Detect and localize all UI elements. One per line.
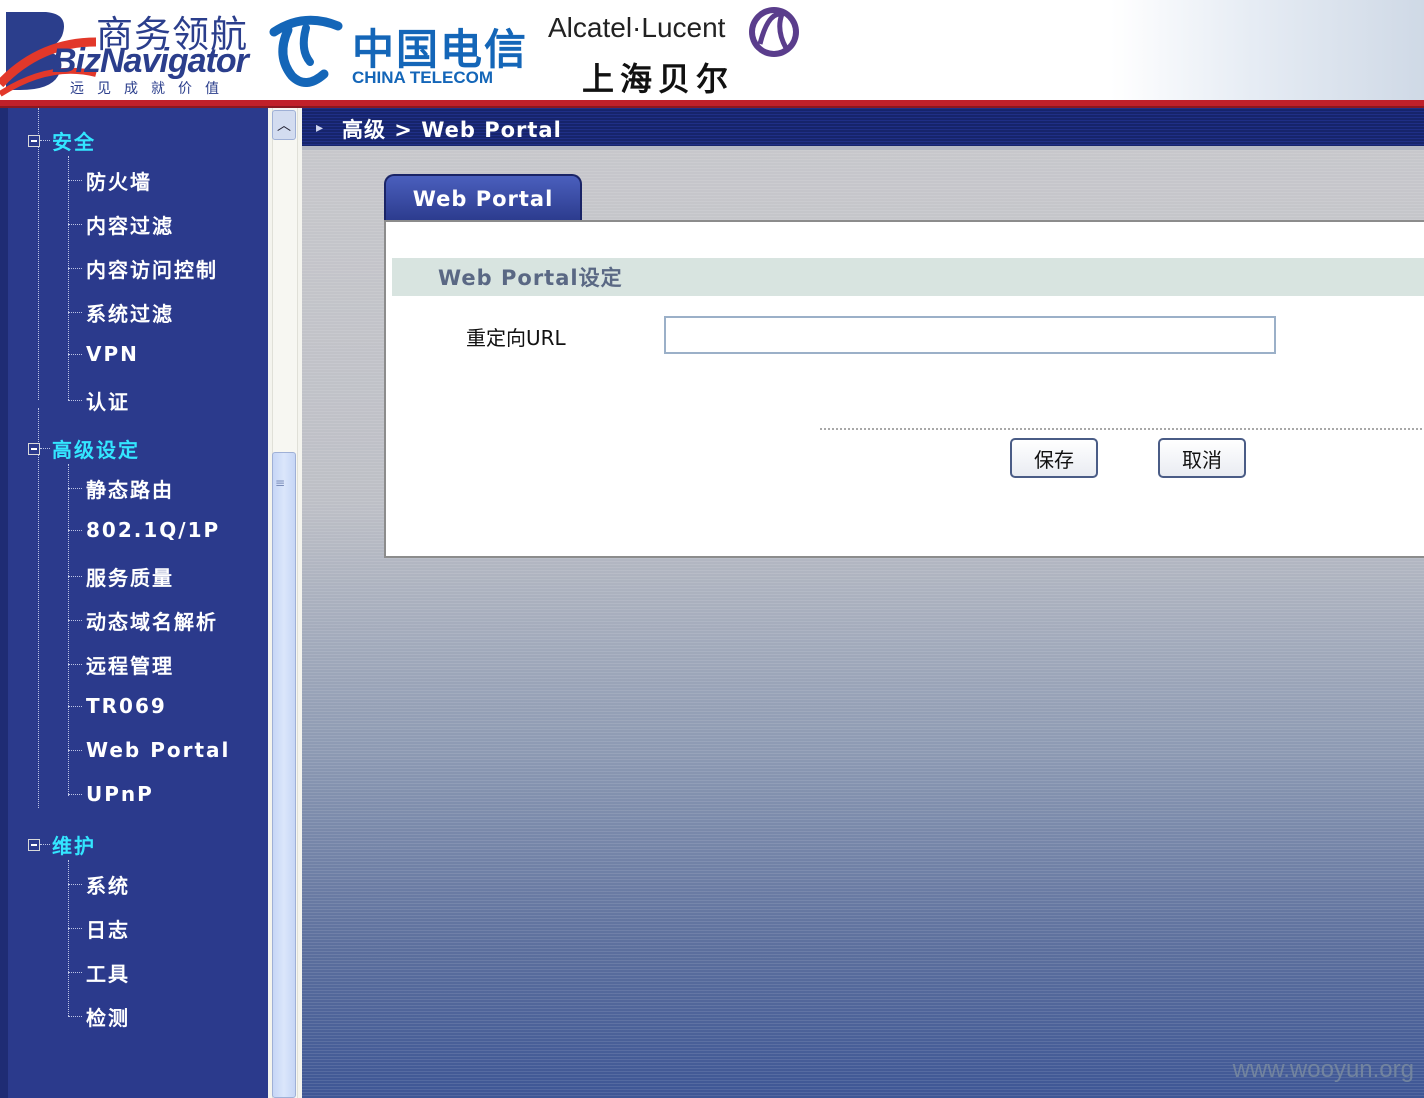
biznavigator-tagline: 远见成就价值 [70,81,232,97]
sidebar-item-remote-management[interactable]: 远程管理 [68,650,174,679]
sidebar-item-ddns[interactable]: 动态域名解析 [68,606,218,635]
section-title-bar: Web Portal设定 [392,258,1424,296]
sidebar-item-web-portal[interactable]: Web Portal [68,738,230,762]
alcatel-lucent-logo: Alcatel·Lucent 上海贝尔 [546,4,806,98]
sidebar-edge [0,108,8,1098]
sidebar-item-vpn[interactable]: VPN [68,342,139,366]
nav-group-advanced[interactable]: 高级设定 [28,434,140,463]
main-content: ▸ 高级 > Web Portal Web Portal Web Portal设… [302,108,1424,1098]
sidebar-item-static-route[interactable]: 静态路由 [68,474,174,503]
sidebar-item-system-filter[interactable]: 系统过滤 [68,298,174,327]
sidebar-scrollbar[interactable]: ︿ ≡ [268,108,302,1098]
nav-group-security[interactable]: 安全 [28,126,96,155]
cancel-button[interactable]: 取消 [1158,438,1246,478]
collapse-icon[interactable] [28,442,40,455]
china-telecom-emblem-icon [269,15,343,87]
sidebar-item-8021q[interactable]: 802.1Q/1P [68,518,220,542]
sidebar-item-content-filter[interactable]: 内容过滤 [68,210,174,239]
sidebar-item-firewall[interactable]: 防火墙 [68,166,152,195]
sidebar-item-authentication[interactable]: 认证 [68,386,130,415]
sidebar-item-logs[interactable]: 日志 [68,914,130,943]
sidebar-item-tr069[interactable]: TR069 [68,694,167,718]
header-banner: 商务领航 BizNavigator 远见成就价值 中国电信 CHINA TELE… [0,0,1424,100]
biznavigator-logo: 商务领航 BizNavigator 远见成就价值 [0,2,258,98]
scroll-up-button[interactable]: ︿ [272,110,296,140]
breadcrumb: 高级 > Web Portal [342,118,562,142]
sidebar-item-diagnostics[interactable]: 检测 [68,1002,130,1031]
tab-web-portal[interactable]: Web Portal [384,174,582,222]
china-telecom-english: CHINA TELECOM [352,68,494,87]
section-title: Web Portal设定 [438,266,623,290]
nav-group-maintenance[interactable]: 维护 [28,830,96,859]
settings-panel: Web Portal设定 重定向URL 保存 取消 [384,220,1424,558]
breadcrumb-shadow [302,146,1424,150]
watermark: www.wooyun.org [1232,1056,1414,1083]
alcatel-lucent-english: Alcatel·Lucent [548,12,726,43]
grip-icon: ≡ [275,476,286,490]
redirect-url-label: 重定向URL [466,326,566,350]
save-button[interactable]: 保存 [1010,438,1098,478]
sidebar-item-upnp[interactable]: UPnP [68,782,154,806]
china-telecom-logo: 中国电信 CHINA TELECOM [266,10,536,96]
sidebar-item-tools[interactable]: 工具 [68,958,130,987]
collapse-icon[interactable] [28,134,40,147]
button-divider [820,428,1424,430]
sidebar: 安全 防火墙 内容过滤 内容访问控制 系统过滤 VPN 认证 高级设定 静态路由… [0,108,268,1098]
sidebar-item-qos[interactable]: 服务质量 [68,562,174,591]
scrollbar-thumb[interactable] [272,452,296,1098]
breadcrumb-bar: ▸ 高级 > Web Portal [302,108,1424,146]
sidebar-item-content-access-control[interactable]: 内容访问控制 [68,254,218,283]
collapse-icon[interactable] [28,838,40,851]
breadcrumb-arrow-icon: ▸ [316,120,324,136]
tree-connector [38,408,39,808]
alcatel-lucent-emblem-icon [749,7,799,57]
sidebar-item-system[interactable]: 系统 [68,870,130,899]
redirect-url-input[interactable] [664,316,1276,354]
alcatel-lucent-chinese: 上海贝尔 [582,60,735,98]
chevron-up-icon: ︿ [277,118,291,134]
biznavigator-english: BizNavigator [52,42,249,80]
